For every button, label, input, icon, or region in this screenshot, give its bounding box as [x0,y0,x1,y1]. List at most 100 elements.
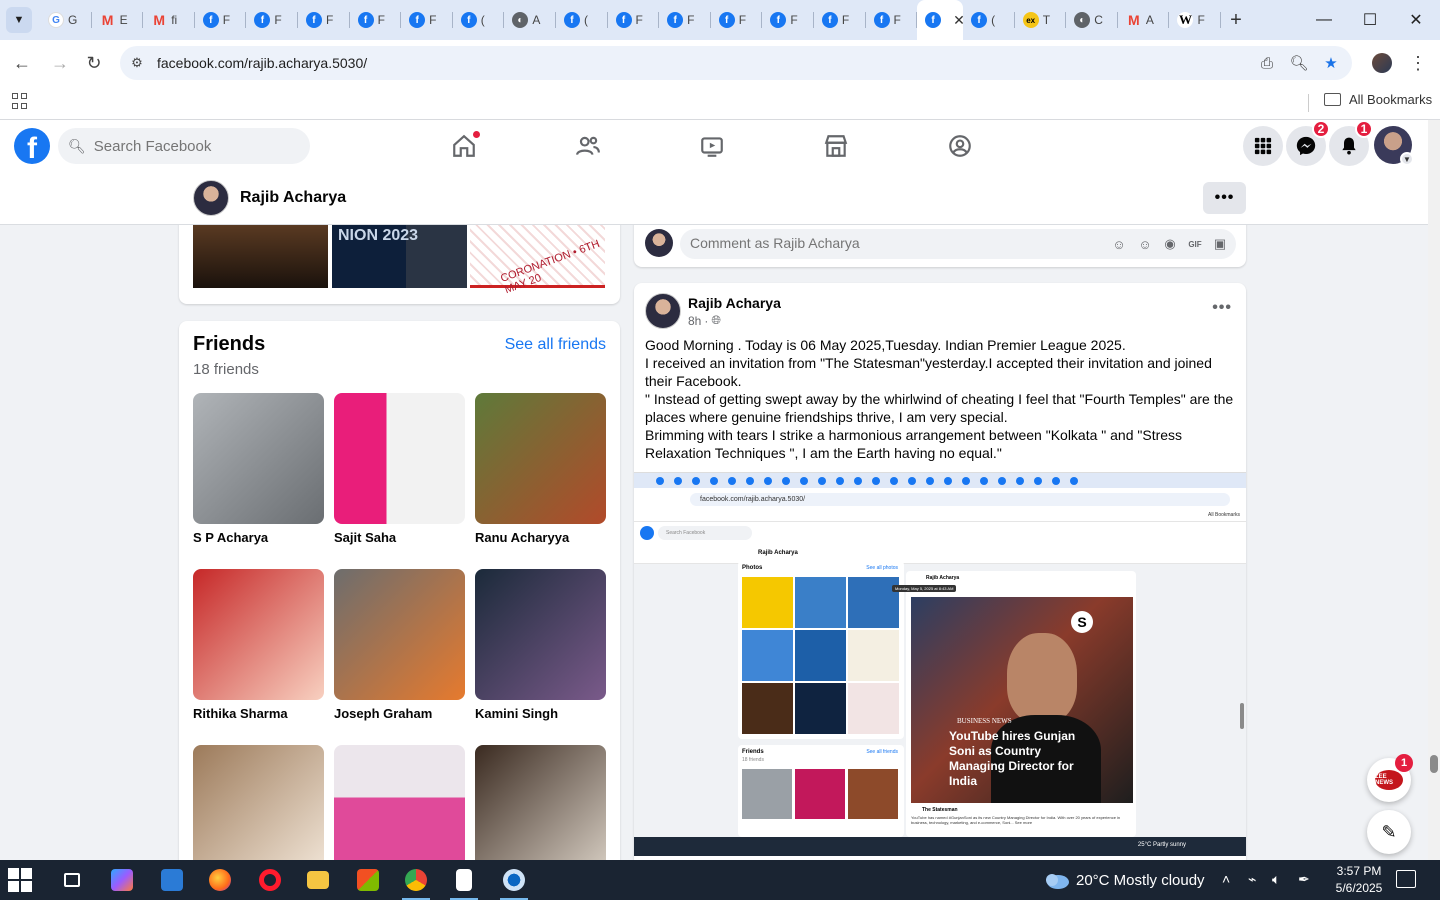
camera-icon[interactable]: ◉ [1161,235,1179,253]
browser-tab[interactable]: fF [711,0,763,40]
profile-name[interactable]: Rajib Acharya [240,189,346,207]
close-window-icon[interactable]: ✕ [1404,8,1428,32]
friend-item[interactable]: Kamini Singh [475,569,606,721]
all-bookmarks-button[interactable]: All Bookmarks [1324,92,1432,107]
opera-button[interactable] [250,864,290,896]
zoom-icon[interactable]: 🔍︎ [1288,52,1310,74]
forward-arrow-icon[interactable]: → [48,51,72,75]
comment-box[interactable]: ☺ ☺ ◉ GIF ▣ [680,229,1236,259]
chrome-taskbar-button[interactable] [396,864,436,900]
see-all-friends-link[interactable]: See all friends [505,336,606,354]
video-nav-icon[interactable] [692,128,732,164]
friend-item[interactable] [334,745,465,860]
menu-grid-button[interactable] [1243,126,1283,166]
post-author-avatar[interactable] [645,293,681,329]
post-options-button[interactable]: ••• [1212,299,1232,317]
friend-item[interactable]: Ranu Acharyya [475,393,606,545]
post-time[interactable]: 8h [688,314,701,328]
browser-tab[interactable]: f( [556,0,608,40]
browser-tab[interactable]: f( [963,0,1015,40]
browser-tab[interactable]: fF [814,0,866,40]
tab-search-chevron-icon[interactable]: ▼ [6,7,32,33]
page-scrollbar-thumb[interactable] [1430,755,1438,773]
friend-item[interactable]: Rithika Sharma [193,569,324,721]
notepad-button[interactable] [444,864,484,900]
speaker-icon[interactable]: 🔈︎ [1272,871,1280,888]
app-button[interactable] [152,864,192,896]
friend-photo[interactable] [334,745,465,860]
browser-tab[interactable]: Mfi [143,0,195,40]
comment-input[interactable] [690,235,1070,251]
messenger-button[interactable]: 2 [1286,120,1330,166]
new-message-button[interactable]: ✎ [1367,810,1411,854]
weather-text[interactable]: 20°C Mostly cloudy [1076,872,1205,889]
profile-avatar[interactable] [193,180,229,216]
browser-tab[interactable]: fF [401,0,453,40]
reload-icon[interactable]: ↻ [82,51,106,75]
friend-photo[interactable] [193,393,324,524]
browser-tab[interactable]: f(✕ [917,0,965,40]
friend-photo[interactable] [193,569,324,700]
microsoft-store-button[interactable] [348,864,388,896]
new-tab-button[interactable]: + [1224,8,1248,32]
friends-title[interactable]: Friends [193,333,265,356]
bookmark-star-icon[interactable]: ★ [1320,52,1342,74]
browser-tab[interactable]: fF [866,0,918,40]
friend-photo[interactable] [475,393,606,524]
facebook-logo-icon[interactable]: f [14,128,50,164]
notification-center-icon[interactable] [1396,870,1416,888]
notifications-button[interactable]: 1 [1329,120,1373,166]
avatar-sticker-icon[interactable]: ☺ [1110,235,1128,253]
network-icon[interactable]: ⌁ [1248,871,1256,888]
friend-photo[interactable] [475,569,606,700]
friend-photo[interactable] [334,393,465,524]
minimize-window-icon[interactable]: — [1312,8,1336,32]
chrome-menu-icon[interactable]: ⋮ [1408,51,1428,75]
browser-tab[interactable]: ex T [1015,0,1067,40]
snipping-tool-button[interactable] [494,864,534,900]
back-arrow-icon[interactable]: ← [10,51,34,75]
search-input[interactable] [93,137,294,155]
browser-tab[interactable]: fF [659,0,711,40]
task-view-button[interactable] [52,864,92,896]
groups-nav-icon[interactable] [940,128,980,164]
browser-tab[interactable]: f( [453,0,505,40]
photo-thumbnail[interactable]: CORONATION • 6TH MAY 20 [470,225,605,296]
browser-tab[interactable]: fF [350,0,402,40]
marketplace-nav-icon[interactable] [816,128,856,164]
browser-tab[interactable]: MA [1118,0,1170,40]
account-avatar[interactable]: ▼ [1374,126,1414,166]
sticker-icon[interactable]: ▣ [1211,235,1229,253]
cloudy-weather-icon[interactable] [1042,869,1070,891]
friend-name[interactable]: Joseph Graham [334,706,465,721]
friend-item[interactable]: Joseph Graham [334,569,465,721]
chrome-profile-avatar[interactable] [1372,53,1392,73]
page-scrollbar[interactable] [1428,120,1440,860]
clock-date[interactable]: 5/6/2025 [1330,881,1388,895]
maximize-window-icon[interactable]: ☐ [1358,8,1382,32]
browser-tab[interactable]: GG [40,0,92,40]
browser-tab[interactable]: fF [195,0,247,40]
facebook-search[interactable]: 🔍︎ [58,128,310,164]
zee-news-chat-button[interactable]: ZEE NEWS 1 [1367,754,1413,802]
friend-name[interactable]: Kamini Singh [475,706,606,721]
browser-tab[interactable]: fF [762,0,814,40]
friend-name[interactable]: Rithika Sharma [193,706,324,721]
address-bar[interactable]: ⚙ facebook.com/rajib.acharya.5030/ ⎙ 🔍︎ … [120,46,1352,80]
commenter-avatar[interactable] [645,229,673,257]
post-image[interactable]: facebook.com/rajib.acharya.5030/ All Boo… [634,472,1246,856]
clock-time[interactable]: 3:57 PM [1334,864,1384,878]
browser-tab[interactable]: ◐ C [1066,0,1118,40]
install-app-icon[interactable]: ⎙ [1256,52,1278,74]
browser-tab[interactable]: fF [608,0,660,40]
friend-item[interactable] [193,745,324,860]
feed-scrollbar-thumb[interactable] [1240,703,1244,729]
friend-item[interactable] [475,745,606,860]
friend-name[interactable]: Sajit Saha [334,530,465,545]
pen-icon[interactable]: ✒ [1298,871,1310,888]
home-nav-icon[interactable] [444,128,484,164]
file-explorer-button[interactable] [298,864,338,896]
copilot-button[interactable] [102,864,142,896]
friends-nav-icon[interactable] [568,128,608,164]
tray-chevron-up-icon[interactable]: ˄ [1222,871,1230,887]
